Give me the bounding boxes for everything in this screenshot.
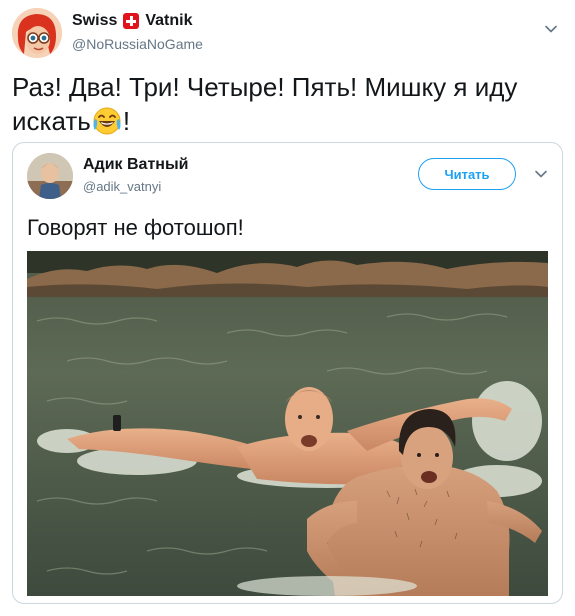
follow-button[interactable]: Читать [418, 158, 516, 190]
chevron-down-icon[interactable] [544, 22, 558, 36]
chevron-down-icon[interactable] [534, 167, 548, 181]
tweet-text-end: ! [122, 106, 131, 136]
quoted-author-avatar[interactable] [27, 153, 73, 199]
author-name-row[interactable]: Swiss Vatnik [72, 12, 193, 30]
quoted-author-handle[interactable]: @adik_vatnyi [83, 179, 161, 194]
tweet-text: Раз! Два! Три! Четыре! Пять! Мишку я иду… [12, 70, 562, 138]
author-display-name-suffix[interactable]: Vatnik [145, 12, 192, 30]
author-avatar[interactable] [12, 8, 62, 58]
quoted-tweet-text: Говорят не фотошоп! [27, 215, 244, 240]
quoted-author-display-name[interactable]: Адик Ватный [83, 156, 188, 174]
swiss-flag-icon [123, 13, 140, 29]
tweet: Swiss Vatnik @NoRussiaNoGame Раз! Два! Т… [0, 0, 575, 616]
tears-of-joy-emoji-icon [93, 107, 121, 135]
author-handle[interactable]: @NoRussiaNoGame [72, 36, 203, 52]
tweet-text-body: Раз! Два! Три! Четыре! Пять! Мишку я иду… [12, 72, 518, 136]
quoted-tweet[interactable]: Адик Ватный @adik_vatnyi Читать Говорят … [12, 142, 563, 604]
author-display-name[interactable]: Swiss [72, 12, 117, 30]
quoted-tweet-photo[interactable] [27, 251, 548, 596]
